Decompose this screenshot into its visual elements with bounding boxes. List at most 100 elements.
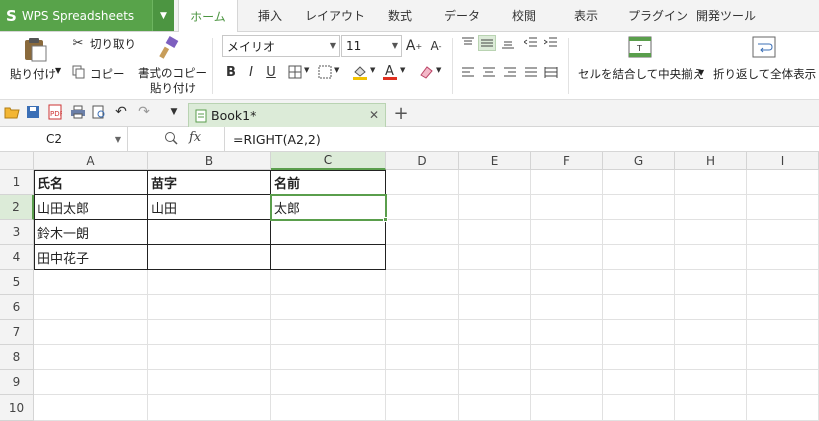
formula-input[interactable]: =RIGHT(A2,2) bbox=[224, 127, 819, 151]
cell-b9[interactable] bbox=[148, 370, 271, 395]
tab-home[interactable]: ホーム bbox=[178, 0, 238, 33]
row-header-9[interactable]: 9 bbox=[0, 370, 34, 395]
cell-c9[interactable] bbox=[271, 370, 386, 395]
italic-button[interactable]: I bbox=[244, 64, 258, 80]
cell-a5[interactable] bbox=[34, 270, 148, 295]
merge-center-dropdown-icon[interactable]: ▼ bbox=[698, 68, 704, 77]
cell-i9[interactable] bbox=[747, 370, 819, 395]
row-header-6[interactable]: 6 bbox=[0, 295, 34, 320]
cell-c1[interactable]: 名前 bbox=[271, 170, 386, 195]
cell-d9[interactable] bbox=[386, 370, 459, 395]
font-size-select[interactable]: 11 ▼ bbox=[341, 35, 402, 57]
cell-e6[interactable] bbox=[459, 295, 531, 320]
cell-g7[interactable] bbox=[603, 320, 675, 345]
print-preview-icon[interactable] bbox=[92, 105, 106, 119]
cell-h4[interactable] bbox=[675, 245, 747, 270]
cell-h9[interactable] bbox=[675, 370, 747, 395]
row-header-1[interactable]: 1 bbox=[0, 170, 34, 195]
cell-f9[interactable] bbox=[531, 370, 603, 395]
cell-g3[interactable] bbox=[603, 220, 675, 245]
cell-g6[interactable] bbox=[603, 295, 675, 320]
cell-d6[interactable] bbox=[386, 295, 459, 320]
cell-i1[interactable] bbox=[747, 170, 819, 195]
cell-i3[interactable] bbox=[747, 220, 819, 245]
font-color-dropdown-icon[interactable]: ▼ bbox=[400, 66, 405, 74]
column-header-f[interactable]: F bbox=[531, 152, 603, 170]
column-header-i[interactable]: I bbox=[747, 152, 819, 170]
cell-i2[interactable] bbox=[747, 195, 819, 220]
cell-a8[interactable] bbox=[34, 345, 148, 370]
cell-b10[interactable] bbox=[148, 395, 271, 421]
wrap-text-icon[interactable] bbox=[752, 36, 776, 58]
cell-f7[interactable] bbox=[531, 320, 603, 345]
cell-f2[interactable] bbox=[531, 195, 603, 220]
paste-button[interactable]: 貼り付け bbox=[10, 66, 56, 82]
wrap-text-button[interactable]: 折り返して全体表示 bbox=[713, 66, 816, 82]
cell-f1[interactable] bbox=[531, 170, 603, 195]
cell-e1[interactable] bbox=[459, 170, 531, 195]
row-header-3[interactable]: 3 bbox=[0, 220, 34, 245]
fill-color-icon[interactable] bbox=[352, 64, 368, 80]
cell-a9[interactable] bbox=[34, 370, 148, 395]
cell-i10[interactable] bbox=[747, 395, 819, 421]
cell-h5[interactable] bbox=[675, 270, 747, 295]
cell-f6[interactable] bbox=[531, 295, 603, 320]
cell-f5[interactable] bbox=[531, 270, 603, 295]
justify-icon[interactable] bbox=[524, 67, 538, 79]
cell-a10[interactable] bbox=[34, 395, 148, 421]
cell-d8[interactable] bbox=[386, 345, 459, 370]
cut-button[interactable]: 切り取り bbox=[90, 36, 136, 52]
cell-e4[interactable] bbox=[459, 245, 531, 270]
cell-e10[interactable] bbox=[459, 395, 531, 421]
cell-g5[interactable] bbox=[603, 270, 675, 295]
format-painter-icon[interactable] bbox=[158, 36, 182, 60]
cell-d2[interactable] bbox=[386, 195, 459, 220]
cell-b1[interactable]: 苗字 bbox=[148, 170, 271, 195]
cell-d1[interactable] bbox=[386, 170, 459, 195]
cell-a2[interactable]: 山田太郎 bbox=[34, 195, 148, 220]
cell-a3[interactable]: 鈴木一朗 bbox=[34, 220, 148, 245]
column-header-e[interactable]: E bbox=[459, 152, 531, 170]
copy-button[interactable]: コピー bbox=[90, 66, 125, 82]
clear-format-icon[interactable] bbox=[418, 64, 434, 80]
row-header-7[interactable]: 7 bbox=[0, 320, 34, 345]
merge-dropdown-icon[interactable]: ▼ bbox=[334, 66, 339, 74]
copy-icon[interactable] bbox=[72, 65, 86, 79]
cell-d10[interactable] bbox=[386, 395, 459, 421]
print-icon[interactable] bbox=[70, 105, 86, 119]
cell-h2[interactable] bbox=[675, 195, 747, 220]
cell-g2[interactable] bbox=[603, 195, 675, 220]
align-center-icon[interactable] bbox=[482, 67, 496, 79]
tab-layout[interactable]: レイアウト bbox=[304, 0, 366, 31]
paste-icon[interactable] bbox=[22, 36, 48, 62]
align-bottom-icon[interactable] bbox=[501, 37, 515, 49]
bold-button[interactable]: B bbox=[224, 64, 238, 80]
distributed-icon[interactable] bbox=[544, 67, 558, 79]
cell-g8[interactable] bbox=[603, 345, 675, 370]
format-copy-button[interactable]: 書式のコピー bbox=[138, 65, 207, 81]
tab-insert[interactable]: 挿入 bbox=[246, 0, 294, 31]
cell-c3[interactable] bbox=[271, 220, 386, 245]
tab-view[interactable]: 表示 bbox=[566, 0, 606, 31]
undo-icon[interactable]: ↶ bbox=[114, 104, 128, 120]
clear-format-dropdown-icon[interactable]: ▼ bbox=[436, 66, 441, 74]
cell-a1[interactable]: 氏名 bbox=[34, 170, 148, 195]
name-box[interactable]: C2 ▼ bbox=[0, 127, 128, 151]
cell-c4[interactable] bbox=[271, 245, 386, 270]
cell-d5[interactable] bbox=[386, 270, 459, 295]
cell-b4[interactable] bbox=[148, 245, 271, 270]
cell-h3[interactable] bbox=[675, 220, 747, 245]
align-right-icon[interactable] bbox=[503, 67, 517, 79]
cell-e3[interactable] bbox=[459, 220, 531, 245]
column-header-a[interactable]: A bbox=[34, 152, 148, 170]
export-pdf-icon[interactable]: PDF bbox=[48, 104, 64, 120]
cell-e9[interactable] bbox=[459, 370, 531, 395]
cell-b5[interactable] bbox=[148, 270, 271, 295]
increase-font-icon[interactable]: A + bbox=[406, 36, 422, 56]
cell-a7[interactable] bbox=[34, 320, 148, 345]
column-header-g[interactable]: G bbox=[603, 152, 675, 170]
align-top-icon[interactable] bbox=[461, 37, 475, 49]
row-header-2[interactable]: 2 bbox=[0, 195, 34, 220]
cell-h1[interactable] bbox=[675, 170, 747, 195]
merge-center-icon[interactable]: T bbox=[628, 36, 652, 58]
